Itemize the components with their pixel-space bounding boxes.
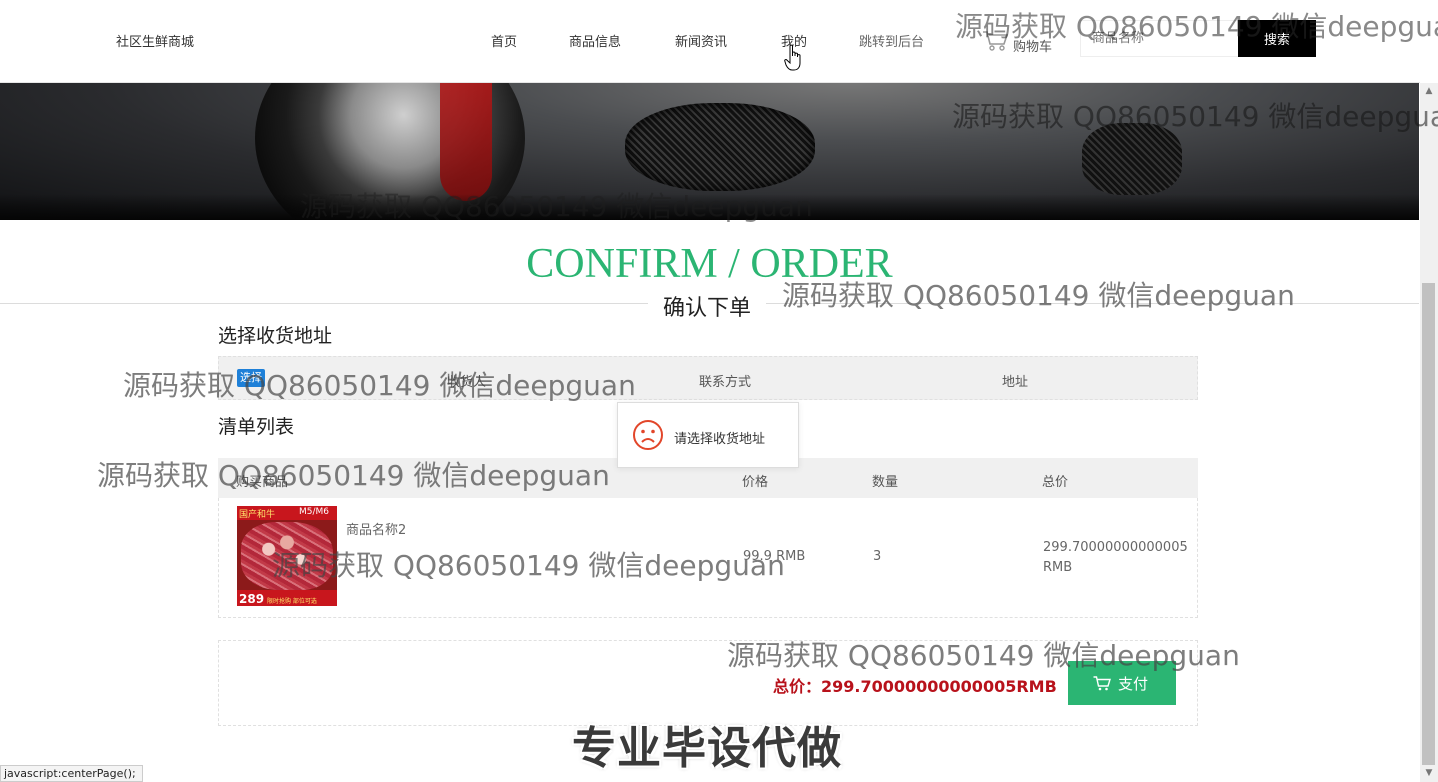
search-input[interactable]: [1080, 20, 1238, 57]
banner-brake-caliper: [440, 83, 492, 201]
pay-button[interactable]: 支付: [1068, 661, 1176, 705]
address-table-header: 选择 收货人 联系方式 地址: [218, 356, 1198, 400]
hand-cursor-icon: [784, 44, 801, 71]
product-quantity: 3: [873, 549, 882, 564]
col-price: 价格: [742, 475, 769, 490]
banner-air-intake: [625, 103, 815, 191]
confirm-order-title: CONFIRM / ORDER: [526, 241, 893, 287]
nav-admin[interactable]: 跳转到后台: [859, 31, 924, 50]
select-address-button[interactable]: 选择: [237, 369, 265, 387]
toast-message: 请选择收货地址: [617, 402, 799, 468]
cart-icon: [1093, 676, 1111, 691]
col-product: 购买商品: [236, 475, 289, 490]
banner-ground: [0, 194, 1419, 220]
cart-icon: [983, 31, 1009, 51]
nav-home[interactable]: 首页: [491, 31, 517, 50]
product-image-badge: 国产和牛: [239, 510, 276, 520]
col-quantity: 数量: [872, 475, 899, 490]
pay-button-label: 支付: [1118, 675, 1149, 693]
browser-status-bar: javascript:centerPage();: [0, 765, 143, 782]
scroll-thumb[interactable]: [1422, 283, 1435, 765]
product-image-grade: M5/M6: [299, 507, 330, 517]
address-section-title: 选择收货地址: [218, 325, 333, 347]
cart-label: 购物车: [1013, 40, 1053, 55]
product-image-steak: [241, 522, 333, 590]
col-total: 总价: [1042, 475, 1069, 490]
product-price: 99.9 RMB: [743, 549, 806, 564]
product-name[interactable]: 商品名称2: [346, 519, 406, 538]
site-brand[interactable]: 社区生鲜商城: [116, 31, 194, 50]
confirm-order-subtitle: 确认下单: [648, 290, 766, 321]
sad-face-icon: [633, 420, 663, 450]
hero-banner: [0, 83, 1419, 220]
product-total: 299.70000000000005 RMB: [1043, 540, 1188, 575]
scroll-up-arrow-icon[interactable]: ▲: [1420, 83, 1438, 100]
product-image[interactable]: 国产和牛 M5/M6 289 限时抢购 部位可选: [237, 506, 337, 606]
address-col-contact: 联系方式: [699, 375, 752, 390]
scroll-down-arrow-icon[interactable]: ▼: [1420, 765, 1438, 782]
product-image-price: 289: [239, 592, 265, 606]
product-image-note: 限时抢购 部位可选: [267, 598, 317, 605]
address-col-receiver: 收货人: [447, 375, 487, 390]
toast-text: 请选择收货地址: [674, 432, 766, 447]
search-button[interactable]: 搜索: [1238, 20, 1316, 57]
site-header: 社区生鲜商城 首页 商品信息 新闻资讯 我的 跳转到后台 购物车 搜索: [0, 0, 1420, 83]
address-col-address: 地址: [1002, 375, 1029, 390]
nav-products[interactable]: 商品信息: [569, 31, 621, 50]
order-item-row: 国产和牛 M5/M6 289 限时抢购 部位可选 商品名称2 99.9 RMB …: [218, 498, 1198, 618]
nav-news[interactable]: 新闻资讯: [675, 31, 727, 50]
order-total-label: 总价：299.70000000000005RMB: [773, 677, 1057, 696]
promo-watermark: 专业毕设代做: [572, 723, 842, 774]
order-list-title: 清单列表: [218, 416, 295, 438]
banner-air-intake-right: [1082, 123, 1182, 195]
